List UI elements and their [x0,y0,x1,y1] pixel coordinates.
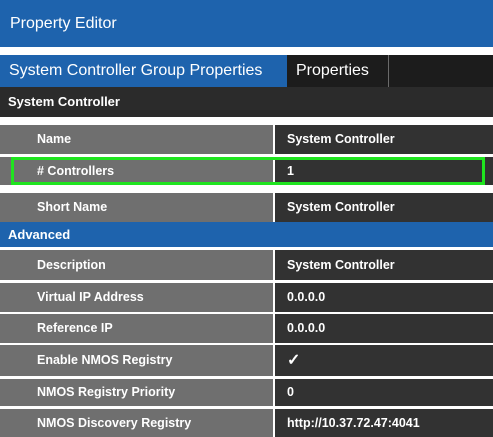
property-label-short-name: Short Name [0,193,273,222]
tab-properties[interactable]: Properties [287,55,389,87]
property-row-short-name: Short Name System Controller [0,193,493,222]
property-label-enable-nmos: Enable NMOS Registry [0,345,273,376]
property-row-name: Name System Controller [0,125,493,154]
section-header-system-controller: System Controller [0,87,493,117]
property-row-reference-ip: Reference IP 0.0.0.0 [0,314,493,343]
property-label-nmos-priority: NMOS Registry Priority [0,379,273,406]
property-row-virtual-ip: Virtual IP Address 0.0.0.0 [0,283,493,312]
property-value-short-name[interactable]: System Controller [275,193,493,222]
property-value-controllers[interactable]: 1 [275,157,493,185]
property-label-name: Name [0,125,273,154]
tab-bar: System Controller Group Properties Prope… [0,55,493,87]
property-label-controllers: # Controllers [0,157,273,185]
property-row-nmos-discovery: NMOS Discovery Registry http://10.37.72.… [0,409,493,437]
property-value-name[interactable]: System Controller [275,125,493,154]
property-row-enable-nmos: Enable NMOS Registry ✓ [0,345,493,376]
property-row-nmos-priority: NMOS Registry Priority 0 [0,379,493,406]
checkbox-checkmark-icon[interactable]: ✓ [287,352,300,369]
property-value-reference-ip[interactable]: 0.0.0.0 [275,314,493,343]
property-row-controllers: # Controllers 1 [0,157,493,185]
section-header-advanced: Advanced [0,222,493,247]
property-value-enable-nmos[interactable]: ✓ [275,345,493,376]
property-editor: Property Editor System Controller Group … [0,0,493,437]
property-row-description: Description System Controller [0,250,493,280]
property-value-description[interactable]: System Controller [275,250,493,280]
property-value-nmos-priority[interactable]: 0 [275,379,493,406]
property-label-reference-ip: Reference IP [0,314,273,343]
property-value-nmos-discovery[interactable]: http://10.37.72.47:4041 [275,409,493,437]
property-label-description: Description [0,250,273,280]
property-label-virtual-ip: Virtual IP Address [0,283,273,312]
editor-title: Property Editor [0,0,493,47]
property-label-nmos-discovery: NMOS Discovery Registry [0,409,273,437]
property-value-virtual-ip[interactable]: 0.0.0.0 [275,283,493,312]
tab-system-controller-group-properties[interactable]: System Controller Group Properties [0,55,287,87]
